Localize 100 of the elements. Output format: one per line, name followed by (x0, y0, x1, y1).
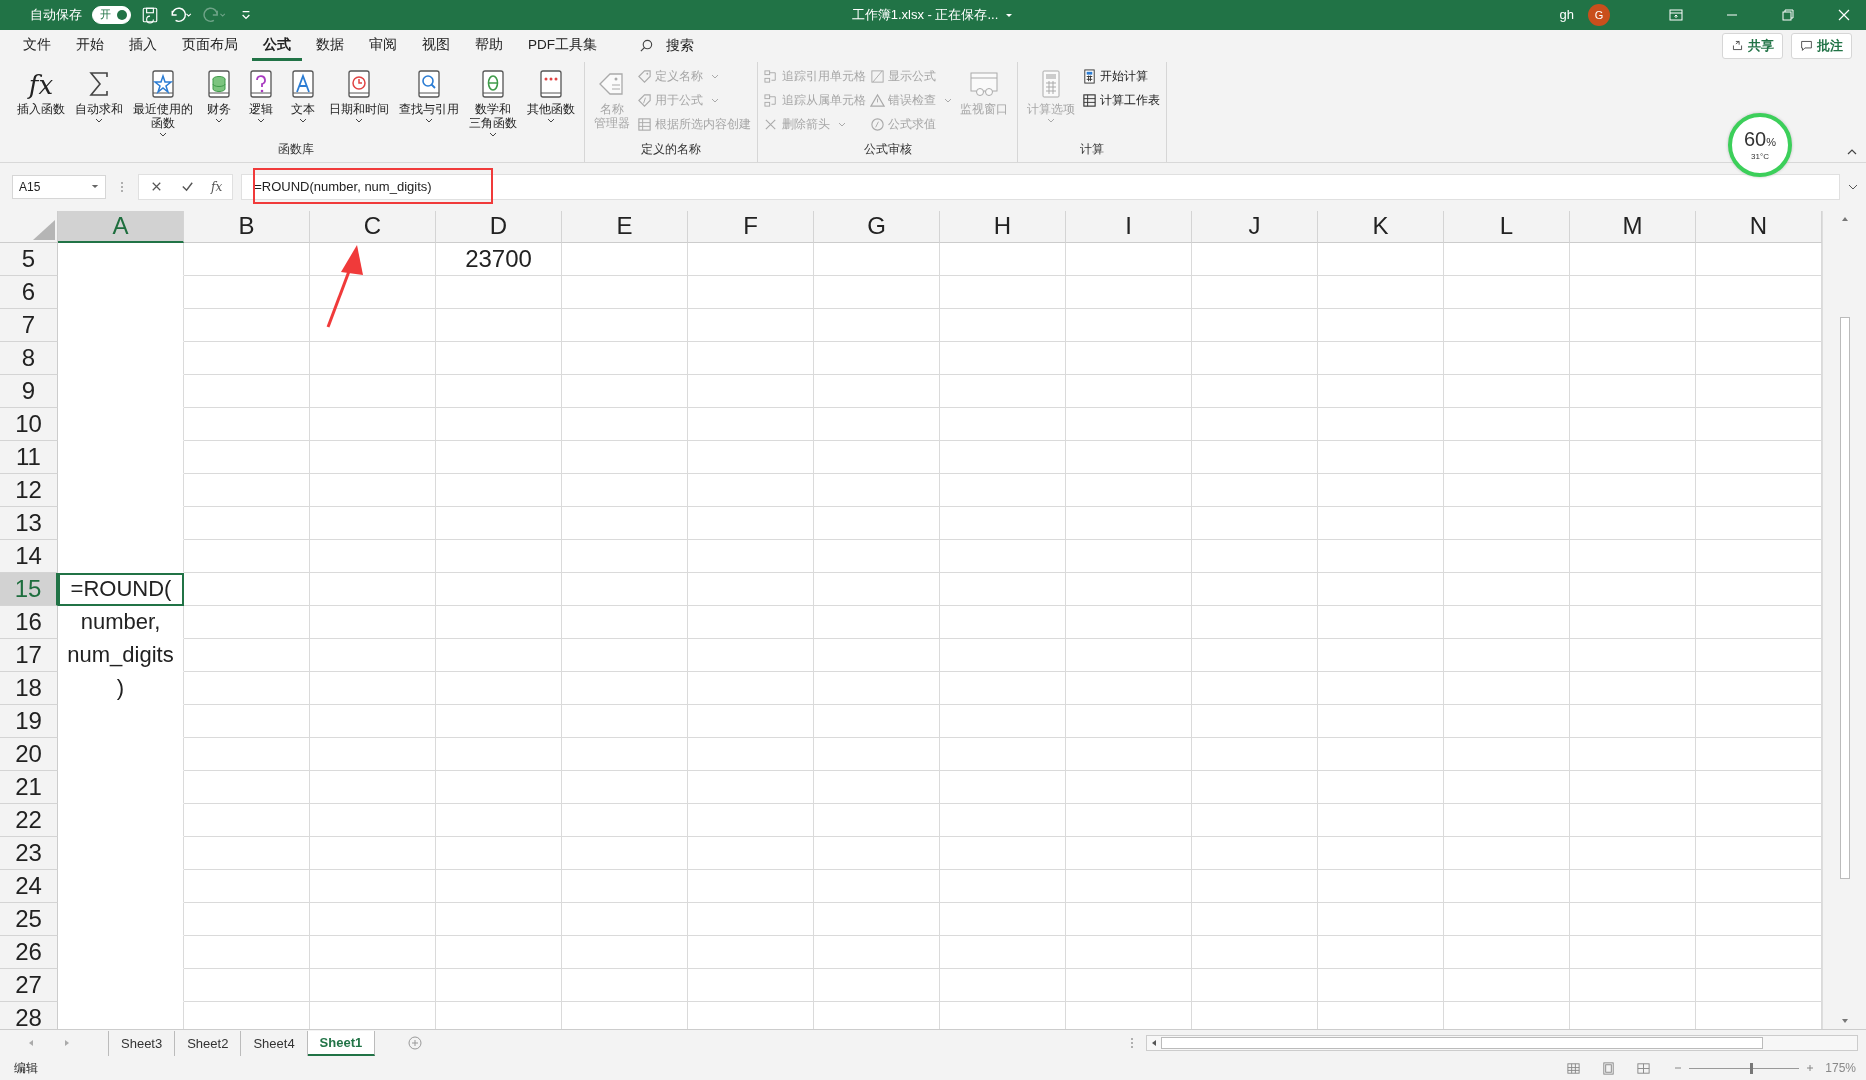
row-header[interactable]: 16 (0, 605, 58, 639)
row-header[interactable]: 28 (0, 1001, 58, 1030)
table-cell[interactable] (310, 638, 436, 672)
table-cell[interactable]: num_digits (58, 638, 184, 672)
column-header[interactable]: A (58, 210, 184, 243)
save-icon[interactable] (141, 5, 159, 24)
table-cell[interactable] (1318, 836, 1444, 870)
ribbon-button[interactable]: 查找与引用 (396, 65, 462, 126)
table-cell[interactable] (1066, 407, 1192, 441)
autosave-toggle[interactable]: 开 (92, 5, 131, 24)
table-cell[interactable] (814, 374, 940, 408)
table-cell[interactable] (814, 440, 940, 474)
table-cell[interactable] (184, 803, 310, 837)
ribbon-button[interactable]: 文本 (284, 65, 322, 126)
page-break-icon[interactable] (1636, 1060, 1652, 1076)
table-cell[interactable] (1570, 968, 1696, 1002)
table-cell[interactable] (1444, 605, 1570, 639)
table-cell[interactable] (688, 275, 814, 309)
table-cell[interactable] (1066, 275, 1192, 309)
table-cell[interactable] (1444, 671, 1570, 705)
table-cell[interactable] (184, 407, 310, 441)
ribbon-tab[interactable]: 帮助 (464, 30, 514, 62)
table-cell[interactable] (562, 506, 688, 540)
column-header[interactable]: E (562, 210, 688, 243)
collapse-ribbon-icon[interactable] (1846, 147, 1858, 156)
table-cell[interactable] (1066, 902, 1192, 936)
table-cell[interactable] (1066, 671, 1192, 705)
table-cell[interactable] (436, 473, 562, 507)
table-cell[interactable] (814, 473, 940, 507)
table-cell[interactable] (310, 275, 436, 309)
table-cell[interactable] (1570, 935, 1696, 969)
table-cell[interactable] (184, 869, 310, 903)
table-cell[interactable] (1318, 473, 1444, 507)
table-cell[interactable] (1192, 308, 1318, 342)
table-cell[interactable] (1570, 836, 1696, 870)
table-cell[interactable] (1066, 737, 1192, 771)
sheet-tab[interactable]: Sheet3 (109, 1030, 176, 1056)
table-cell[interactable] (184, 770, 310, 804)
table-cell[interactable] (1570, 671, 1696, 705)
table-cell[interactable] (1192, 506, 1318, 540)
table-cell[interactable] (814, 506, 940, 540)
table-cell[interactable] (310, 803, 436, 837)
expand-icon[interactable] (1848, 183, 1858, 190)
table-cell[interactable] (940, 836, 1066, 870)
ribbon-tab[interactable]: 插入 (118, 30, 168, 62)
table-cell[interactable] (562, 968, 688, 1002)
table-cell[interactable] (184, 275, 310, 309)
table-cell[interactable] (184, 704, 310, 738)
ribbon-button[interactable]: 开始计算 (1082, 66, 1160, 87)
table-cell[interactable] (1570, 803, 1696, 837)
table-cell[interactable] (310, 704, 436, 738)
table-cell[interactable] (436, 902, 562, 936)
table-cell[interactable] (184, 968, 310, 1002)
table-cell[interactable] (562, 638, 688, 672)
table-cell[interactable] (940, 374, 1066, 408)
scrollbar-thumb[interactable] (1839, 316, 1850, 879)
ribbon-button[interactable]: 最近使用的函数 (130, 65, 196, 140)
row-header[interactable]: 20 (0, 737, 58, 771)
table-cell[interactable] (562, 770, 688, 804)
table-cell[interactable] (814, 539, 940, 573)
table-cell[interactable] (688, 407, 814, 441)
restore-icon[interactable] (1780, 6, 1796, 23)
table-cell[interactable] (1192, 638, 1318, 672)
table-cell[interactable]: 23700 (436, 242, 562, 276)
table-cell[interactable] (940, 440, 1066, 474)
table-cell[interactable] (1192, 836, 1318, 870)
table-cell[interactable] (1570, 242, 1696, 276)
table-cell[interactable] (436, 506, 562, 540)
column-header[interactable]: N (1696, 210, 1822, 243)
table-cell[interactable] (1444, 374, 1570, 408)
table-cell[interactable] (1318, 803, 1444, 837)
table-cell[interactable] (814, 341, 940, 375)
table-cell[interactable] (688, 440, 814, 474)
ribbon-tab[interactable]: 数据 (305, 30, 355, 62)
table-cell[interactable] (1066, 803, 1192, 837)
ribbon-display-icon[interactable] (1668, 6, 1684, 23)
undo-icon[interactable] (169, 5, 193, 24)
table-cell[interactable]: =ROUND( (58, 572, 184, 606)
user-avatar[interactable]: G (1588, 3, 1610, 26)
ribbon-button[interactable]: 自动求和 (72, 65, 126, 126)
row-header[interactable]: 19 (0, 704, 58, 738)
table-cell[interactable] (1444, 935, 1570, 969)
table-cell[interactable] (436, 836, 562, 870)
table-cell[interactable] (1192, 341, 1318, 375)
table-cell[interactable] (562, 341, 688, 375)
table-cell[interactable] (1570, 506, 1696, 540)
table-cell[interactable] (940, 605, 1066, 639)
table-cell[interactable] (814, 638, 940, 672)
table-cell[interactable] (310, 902, 436, 936)
table-cell[interactable] (562, 374, 688, 408)
table-cell[interactable] (184, 440, 310, 474)
row-header[interactable]: 5 (0, 242, 58, 276)
table-cell[interactable] (688, 308, 814, 342)
column-header[interactable]: M (1570, 210, 1696, 243)
table-cell[interactable] (1192, 737, 1318, 771)
table-cell[interactable] (310, 374, 436, 408)
name-box[interactable]: A15 (12, 174, 106, 199)
normal-view-icon[interactable] (1566, 1060, 1582, 1076)
table-cell[interactable] (1444, 638, 1570, 672)
table-cell[interactable] (688, 572, 814, 606)
